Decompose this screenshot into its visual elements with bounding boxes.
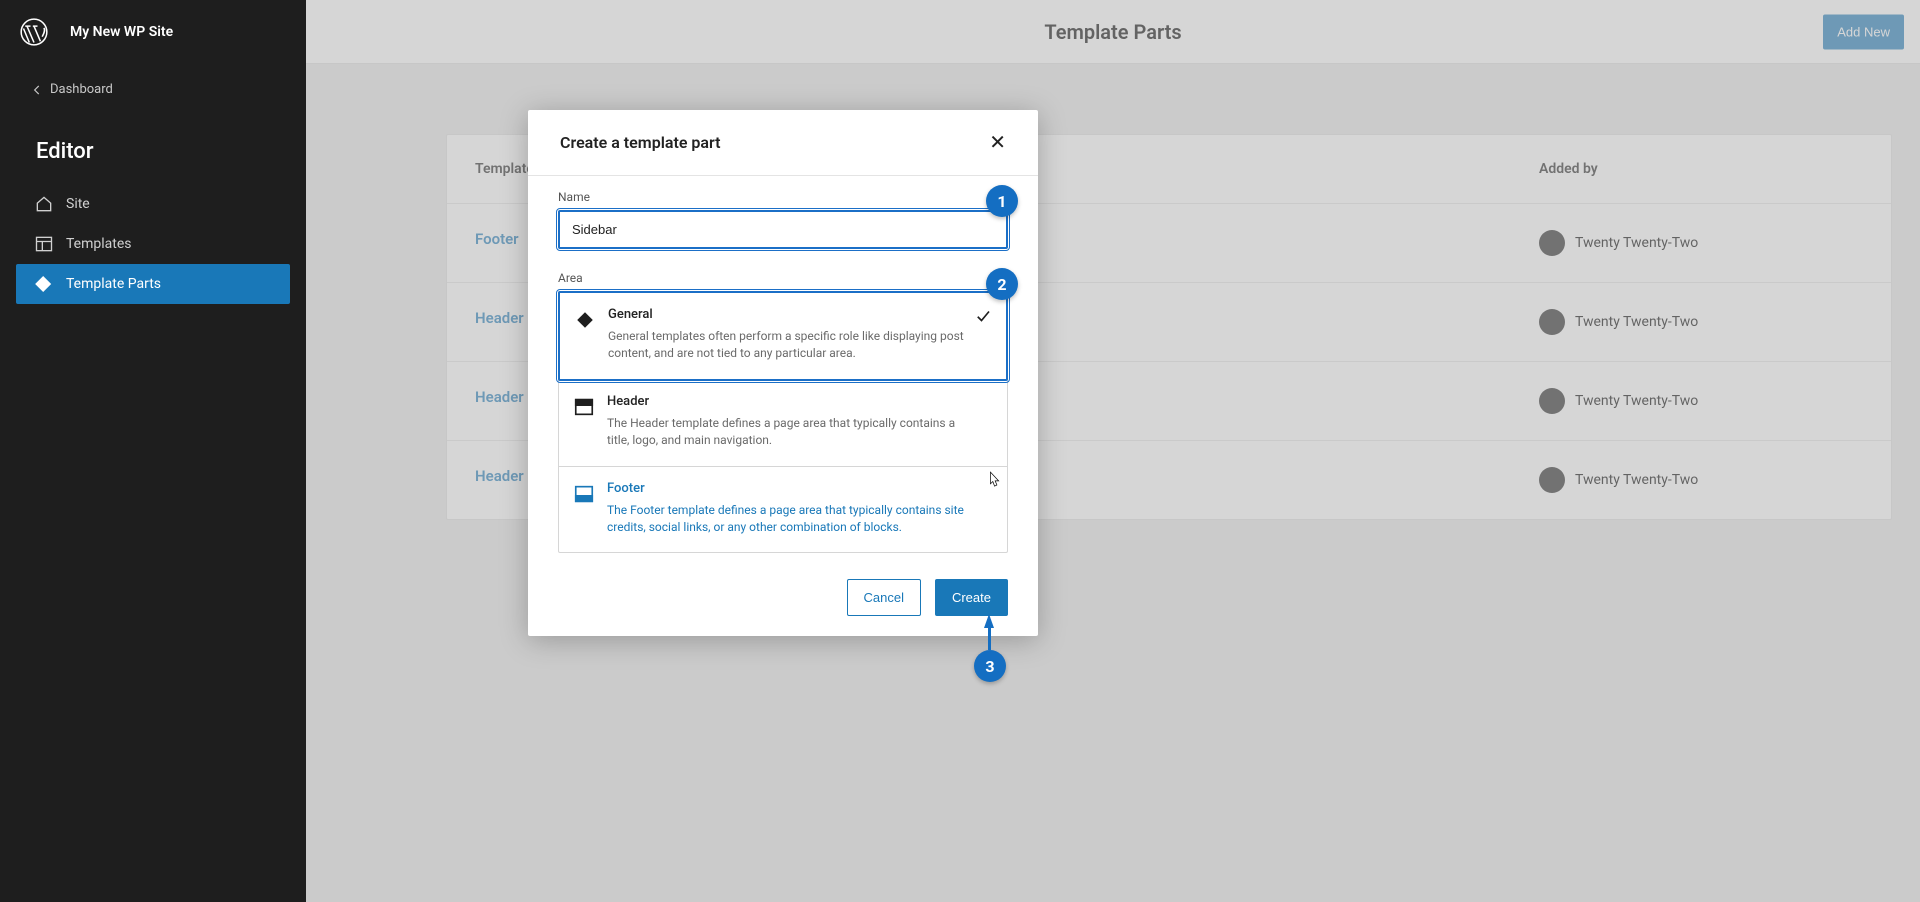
nav-item-template-parts[interactable]: Template Parts (16, 264, 290, 304)
area-title: Footer (607, 481, 969, 496)
site-title[interactable]: My New WP Site (70, 24, 173, 40)
area-desc: The Header template defines a page area … (607, 415, 969, 450)
sidebar-top: My New WP Site (0, 0, 306, 64)
nav-label: Site (66, 196, 90, 212)
area-field-label: Area (558, 271, 1008, 285)
nav-label: Templates (66, 236, 132, 252)
site-editor-sidebar: My New WP Site Dashboard Editor Site Tem… (0, 0, 306, 902)
cancel-button[interactable]: Cancel (847, 579, 921, 616)
modal-actions: Cancel Create (558, 579, 1008, 616)
back-to-dashboard[interactable]: Dashboard (0, 64, 306, 115)
main-content: Template Parts Add New Template Part Add… (306, 0, 1920, 902)
arrow-stem (988, 626, 991, 650)
area-list: General General templates often perform … (558, 291, 1008, 553)
create-template-part-modal: Create a template part ✕ Name Area Gener… (528, 110, 1038, 636)
area-option-header[interactable]: Header The Header template defines a pag… (559, 380, 1007, 467)
name-field-label: Name (558, 190, 1008, 204)
create-button[interactable]: Create (935, 579, 1008, 616)
cursor-pointer-icon (987, 471, 1001, 491)
nav-item-templates[interactable]: Templates (16, 224, 290, 264)
annotation-badge-1: 1 (986, 185, 1018, 217)
area-option-footer[interactable]: Footer The Footer template defines a pag… (559, 467, 1007, 553)
area-desc: General templates often perform a specif… (608, 328, 968, 363)
general-area-icon (574, 309, 596, 331)
annotation-badge-2: 2 (986, 268, 1018, 300)
footer-area-icon (573, 483, 595, 505)
nav-item-site[interactable]: Site (16, 184, 290, 224)
wordpress-logo-icon[interactable] (18, 16, 50, 48)
header-area-icon (573, 396, 595, 418)
name-input[interactable] (558, 210, 1008, 249)
area-desc: The Footer template defines a page area … (607, 502, 969, 537)
area-group: Area General General templates often per… (558, 271, 1008, 553)
annotation-badge-3: 3 (974, 650, 1006, 682)
template-parts-icon (34, 274, 54, 294)
home-icon (34, 194, 54, 214)
modal-body: Name Area General General templates ofte… (528, 176, 1038, 636)
nav-label: Template Parts (66, 276, 161, 292)
back-label: Dashboard (50, 82, 113, 97)
area-title: Header (607, 394, 969, 409)
area-title: General (608, 307, 968, 322)
modal-header: Create a template part ✕ (528, 110, 1038, 176)
sidebar-nav: Site Templates Template Parts (0, 184, 306, 304)
modal-title: Create a template part (560, 133, 721, 152)
layout-icon (34, 234, 54, 254)
check-icon (974, 307, 992, 329)
close-icon: ✕ (989, 132, 1006, 154)
sidebar-heading: Editor (0, 115, 306, 184)
chevron-left-icon (30, 83, 44, 97)
modal-close-button[interactable]: ✕ (989, 130, 1006, 155)
area-option-general[interactable]: General General templates often perform … (558, 291, 1008, 381)
